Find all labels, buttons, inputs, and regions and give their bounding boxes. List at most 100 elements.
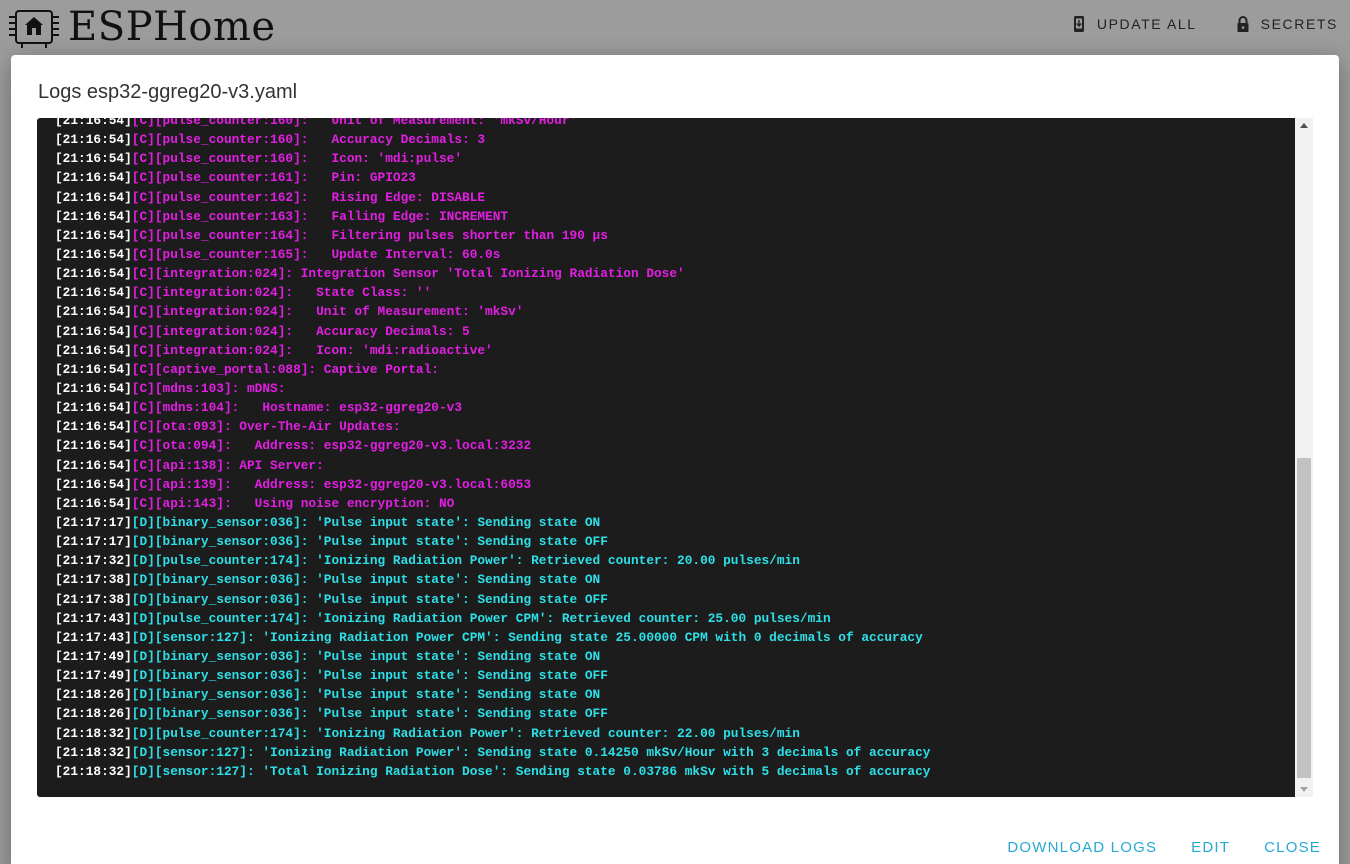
dialog-title: Logs esp32-ggreg20-v3.yaml [38,81,298,103]
log-timestamp: [21:16:54] [55,400,132,416]
log-message: [D][pulse_counter:174]: 'Ionizing Radiat… [131,725,800,741]
log-timestamp: [21:16:54] [55,476,132,492]
log-timestamp: [21:18:32] [55,744,132,760]
log-timestamp: [21:16:54] [55,132,132,148]
log-scrollbar[interactable] [1295,118,1313,797]
log-timestamp: [21:16:54] [55,285,132,301]
log-line: [21:18:32][D][sensor:127]: 'Total Ionizi… [55,762,1295,781]
log-message: [D][binary_sensor:036]: 'Pulse input sta… [131,648,601,664]
log-line: [21:16:54][C][mdns:104]: Hostname: esp32… [55,398,1295,417]
log-line: [21:16:54][C][api:139]: Address: esp32-g… [55,475,1295,494]
log-timestamp: [21:17:43] [55,610,132,626]
log-lines: [21:16:54] [C][pulse_counter:160]: Unit o… [55,118,1295,781]
log-line: [21:16:54][C][ota:093]: Over-The-Air Upd… [55,417,1295,436]
log-line: [21:16:54][C][integration:024]: Integrat… [55,264,1295,283]
log-line: [21:16:54][C][integration:024]: Accuracy… [55,322,1295,341]
update-all-label: UPDATE ALL [1096,16,1197,32]
scrollbar-thumb[interactable] [1297,458,1311,778]
log-line: [21:17:17][D][binary_sensor:036]: 'Pulse… [55,513,1295,532]
log-line: [21:16:54][C][api:143]: Using noise encr… [55,494,1295,513]
log-line: [21:16:54][C][integration:024]: State Cl… [55,283,1295,302]
log-message: [C][integration:024]: Integration Sensor… [131,266,685,282]
secrets-label: SECRETS [1260,16,1338,32]
log-message: [D][pulse_counter:174]: 'Ionizing Radiat… [131,553,800,569]
log-line: [21:16:54][C][pulse_counter:162]: Rising… [55,188,1295,207]
log-timestamp: [21:16:54] [55,457,132,473]
secrets-button[interactable]: SECRETS [1235,15,1338,33]
log-line: [21:16:54][C][ota:094]: Address: esp32-g… [55,436,1295,455]
log-timestamp: [21:16:54] [55,342,132,358]
log-message: [D][sensor:127]: 'Ionizing Radiation Pow… [131,629,923,645]
log-timestamp: [21:18:26] [55,706,132,722]
log-line: [21:17:38][D][binary_sensor:036]: 'Pulse… [55,570,1295,589]
logs-dialog: Logs esp32-ggreg20-v3.yaml [21:16:54][C]… [11,55,1339,864]
log-message: [C][pulse_counter:160]: Icon: 'mdi:pulse… [131,151,463,167]
log-message: [C][api:139]: Address: esp32-ggreg20-v3.… [131,476,532,492]
log-line: [21:17:49][D][binary_sensor:036]: 'Pulse… [55,647,1295,666]
log-line: [21:16:54][C][integration:024]: Unit of … [55,302,1295,321]
log-timestamp: [21:16:54] [55,170,132,186]
log-message: [D][binary_sensor:036]: 'Pulse input sta… [131,534,608,550]
log-line: [21:17:32][D][pulse_counter:174]: 'Ioniz… [55,551,1295,570]
log-message: [C][pulse_counter:160]: Accuracy Decimal… [131,132,486,148]
log-message: [D][binary_sensor:036]: 'Pulse input sta… [131,706,608,722]
log-timestamp: [21:16:54] [55,189,132,205]
dialog-actions: DOWNLOAD LOGS EDIT CLOSE [973,839,1321,856]
log-timestamp: [21:17:17] [55,534,132,550]
lock-icon [1237,16,1249,32]
log-message: [D][binary_sensor:036]: 'Pulse input sta… [131,591,608,607]
log-line: [21:17:43][D][sensor:127]: 'Ionizing Rad… [55,628,1295,647]
scroll-down-icon[interactable] [1300,787,1308,792]
log-message: [D][sensor:127]: 'Ionizing Radiation Pow… [131,744,931,760]
log-message: [C][pulse_counter:160]: Unit of Measurem… [131,118,578,128]
log-line: [21:16:54][C][captive_portal:088]: Capti… [55,360,1295,379]
brand[interactable]: ESPHome [6,5,276,49]
close-button[interactable]: CLOSE [1264,839,1321,856]
log-line: [21:18:26][D][binary_sensor:036]: 'Pulse… [55,704,1295,723]
log-line: [21:16:54][C][pulse_counter:160]: Unit o… [55,118,1295,130]
log-timestamp: [21:17:32] [55,553,132,569]
system-update-icon [1073,16,1084,32]
log-message: [D][binary_sensor:036]: 'Pulse input sta… [131,687,601,703]
log-timestamp: [21:16:54] [55,246,132,262]
scroll-up-icon[interactable] [1300,123,1308,128]
log-line: [21:16:54][C][mdns:103]: mDNS: [55,379,1295,398]
log-timestamp: [21:17:17] [55,514,132,530]
log-message: [C][captive_portal:088]: Captive Portal: [131,361,439,377]
log-line: [21:18:32][D][sensor:127]: 'Ionizing Rad… [55,743,1295,762]
log-timestamp: [21:17:49] [55,668,132,684]
log-line: [21:16:54][C][pulse_counter:165]: Update… [55,245,1295,264]
log-message: [C][pulse_counter:164]: Filtering pulses… [131,227,608,243]
log-timestamp: [21:16:54] [55,495,132,511]
log-message: [D][binary_sensor:036]: 'Pulse input sta… [131,668,608,684]
header-actions: UPDATE ALL SECRETS [1033,15,1338,33]
log-message: [D][binary_sensor:036]: 'Pulse input sta… [131,572,601,588]
download-logs-button[interactable]: DOWNLOAD LOGS [1007,839,1157,856]
edit-button[interactable]: EDIT [1191,839,1230,856]
log-timestamp: [21:17:43] [55,629,132,645]
log-timestamp: [21:16:54] [55,304,132,320]
log-line: [21:17:17][D][binary_sensor:036]: 'Pulse… [55,532,1295,551]
log-timestamp: [21:16:54] [55,380,132,396]
log-line: [21:17:49][D][binary_sensor:036]: 'Pulse… [55,666,1295,685]
log-line: [21:16:54][C][pulse_counter:160]: Icon: … [55,149,1295,168]
log-message: [D][pulse_counter:174]: 'Ionizing Radiat… [131,610,831,626]
log-message: [C][api:138]: API Server: [131,457,324,473]
log-timestamp: [21:16:54] [55,438,132,454]
log-line: [21:16:54][C][api:138]: API Server: [55,456,1295,475]
log-output[interactable]: [21:16:54] [C][pulse_counter:160]: Unit o… [37,118,1313,797]
log-line: [21:16:54][C][pulse_counter:160]: Accura… [55,130,1295,149]
log-timestamp: [21:18:32] [55,725,132,741]
log-message: [C][mdns:103]: mDNS: [131,380,286,396]
update-all-button[interactable]: UPDATE ALL [1071,15,1197,33]
log-line: [21:16:54][C][integration:024]: Icon: 'm… [55,341,1295,360]
log-message: [C][api:143]: Using noise encryption: NO [131,495,455,511]
log-line: [21:16:54][C][pulse_counter:164]: Filter… [55,226,1295,245]
app-header: ESPHome UPDATE ALL SECRETS [0,0,1350,55]
log-timestamp: [21:18:26] [55,687,132,703]
log-timestamp: [21:16:54] [55,151,132,167]
log-line: [21:17:43][D][pulse_counter:174]: 'Ioniz… [55,609,1295,628]
log-line: [21:18:32][D][pulse_counter:174]: 'Ioniz… [55,724,1295,743]
log-line: [21:17:38][D][binary_sensor:036]: 'Pulse… [55,590,1295,609]
esphome-chip-house-icon [9,10,59,48]
